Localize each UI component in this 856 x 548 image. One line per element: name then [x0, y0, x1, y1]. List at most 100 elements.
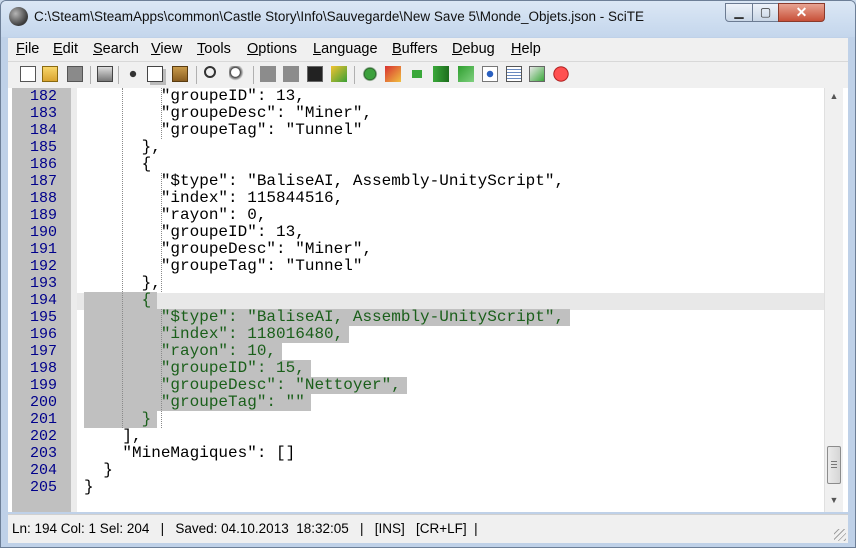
menu-item-tools[interactable]: Tools	[197, 41, 231, 57]
line-number: 199	[29, 377, 57, 394]
line-number: 186	[29, 156, 57, 173]
close-button[interactable]: ✕	[778, 3, 825, 22]
cut-icon[interactable]	[125, 66, 141, 82]
print-icon[interactable]	[97, 66, 113, 82]
go-icon[interactable]	[409, 70, 425, 78]
scrollbar-thumb[interactable]	[827, 446, 841, 484]
maximize-button[interactable]: ▢	[752, 3, 779, 22]
save-icon[interactable]	[67, 66, 83, 82]
code-line[interactable]: {	[84, 156, 152, 173]
line-number: 197	[29, 343, 57, 360]
toolbar	[8, 62, 848, 89]
line-number: 200	[29, 394, 57, 411]
line-number: 184	[29, 122, 57, 139]
toolbar-separator	[90, 66, 91, 84]
code-line[interactable]: }	[84, 479, 94, 496]
indent-guide	[161, 309, 162, 428]
menu-item-edit[interactable]: Edit	[53, 41, 78, 57]
code-line[interactable]: "groupeDesc": "Miner",	[84, 105, 372, 122]
code-line[interactable]: "groupeDesc": "Miner",	[84, 241, 372, 258]
code-line[interactable]: ],	[84, 428, 141, 445]
toolbar-separator	[354, 66, 355, 84]
stop-icon[interactable]	[553, 66, 569, 82]
editor-pane[interactable]: 182 183 184 185 186 187 188 189 190 191 192 193 194 1…	[8, 88, 848, 512]
line-number: 187	[29, 173, 57, 190]
window-title: C:\Steam\SteamApps\common\Castle Story\I…	[34, 9, 645, 24]
code-line[interactable]: "groupeDesc": "Nettoyer",	[84, 377, 401, 394]
build-icon[interactable]	[331, 66, 347, 82]
toolbar-separator	[253, 66, 254, 84]
resize-grip-icon[interactable]	[834, 529, 846, 541]
block-gray2-icon[interactable]	[283, 66, 299, 82]
code-line[interactable]: }	[84, 411, 152, 428]
bookmark-icon[interactable]	[385, 66, 401, 82]
indent-guide	[161, 88, 162, 139]
menu-item-debug[interactable]: Debug	[452, 41, 495, 57]
line-number: 189	[29, 207, 57, 224]
menu-item-options[interactable]: Options	[247, 41, 297, 57]
title-bar[interactable]: C:\Steam\SteamApps\common\Castle Story\I…	[1, 1, 855, 37]
menu-item-search[interactable]: Search	[93, 41, 139, 57]
line-number: 195	[29, 309, 57, 326]
view-icon[interactable]	[482, 66, 498, 82]
scroll-down-arrow-icon[interactable]: ▼	[825, 492, 843, 509]
menu-item-buffers[interactable]: Buffers	[392, 41, 438, 57]
properties-icon[interactable]	[506, 66, 522, 82]
code-text-area[interactable]: "groupeID": 13, "groupeDesc": "Miner", "…	[84, 88, 824, 512]
code-line[interactable]: "groupeID": 13,	[84, 88, 305, 105]
status-text: Ln: 194 Col: 1 Sel: 204 | Saved: 04.10.2…	[12, 521, 478, 536]
indent-guide	[122, 88, 123, 428]
paste-icon[interactable]	[172, 66, 188, 82]
menu-item-view[interactable]: View	[151, 41, 182, 57]
menu-bar: File Edit Search View Tools Options Language Bu…	[8, 38, 848, 62]
code-line[interactable]: {	[84, 292, 152, 309]
code-line[interactable]: "$type": "BaliseAI, Assembly-UnityScript…	[84, 173, 564, 190]
line-number: 198	[29, 360, 57, 377]
jump-icon[interactable]	[458, 66, 474, 82]
line-number: 190	[29, 224, 57, 241]
line-number: 188	[29, 190, 57, 207]
status-bar: Ln: 194 Col: 1 Sel: 204 | Saved: 04.10.2…	[8, 514, 848, 543]
vertical-scrollbar[interactable]: ▲ ▼	[824, 88, 843, 512]
code-line[interactable]: "groupeTag": "Tunnel"	[84, 258, 363, 275]
line-number-gutter: 182 183 184 185 186 187 188 189 190 191 192 193 194 1…	[12, 88, 71, 512]
menu-item-language[interactable]: Language	[313, 41, 378, 57]
scroll-up-arrow-icon[interactable]: ▲	[825, 88, 843, 105]
line-number: 203	[29, 445, 57, 462]
menu-item-help[interactable]: Help	[511, 41, 541, 57]
line-number: 204	[29, 462, 57, 479]
new-file-icon[interactable]	[20, 66, 36, 82]
toolbar-separator	[118, 66, 119, 84]
block-gray-icon[interactable]	[260, 66, 276, 82]
code-line[interactable]: "rayon": 10,	[84, 343, 276, 360]
scite-window: C:\Steam\SteamApps\common\Castle Story\I…	[0, 0, 856, 548]
line-number: 193	[29, 275, 57, 292]
code-line[interactable]: "groupeTag": ""	[84, 394, 305, 411]
compile-icon[interactable]	[362, 66, 378, 82]
minimize-button[interactable]: ▁	[725, 3, 753, 22]
next-message-icon[interactable]	[433, 66, 449, 82]
replace-icon[interactable]	[229, 66, 245, 82]
export-icon[interactable]	[529, 66, 545, 82]
code-line[interactable]: "rayon": 0,	[84, 207, 267, 224]
line-number: 202	[29, 428, 57, 445]
code-line[interactable]: }	[84, 462, 113, 479]
find-icon[interactable]	[204, 66, 216, 78]
menu-item-file[interactable]: File	[16, 41, 39, 57]
open-folder-icon[interactable]	[42, 66, 58, 82]
code-line[interactable]: "$type": "BaliseAI, Assembly-UnityScript…	[84, 309, 564, 326]
indent-guide	[161, 173, 162, 292]
line-number: 191	[29, 241, 57, 258]
line-number: 183	[29, 105, 57, 122]
code-line[interactable]: "groupeTag": "Tunnel"	[84, 122, 363, 139]
code-line[interactable]: "MineMagiques": []	[84, 445, 295, 462]
line-number: 185	[29, 139, 57, 156]
terminal-icon[interactable]	[307, 66, 323, 82]
copy-icon[interactable]	[147, 66, 163, 82]
scite-app-icon[interactable]	[9, 7, 28, 26]
line-number: 192	[29, 258, 57, 275]
code-line[interactable]: "groupeID": 13,	[84, 224, 305, 241]
line-number: 201	[29, 411, 57, 428]
toolbar-separator	[196, 66, 197, 84]
code-line[interactable]: "groupeID": 15,	[84, 360, 305, 377]
